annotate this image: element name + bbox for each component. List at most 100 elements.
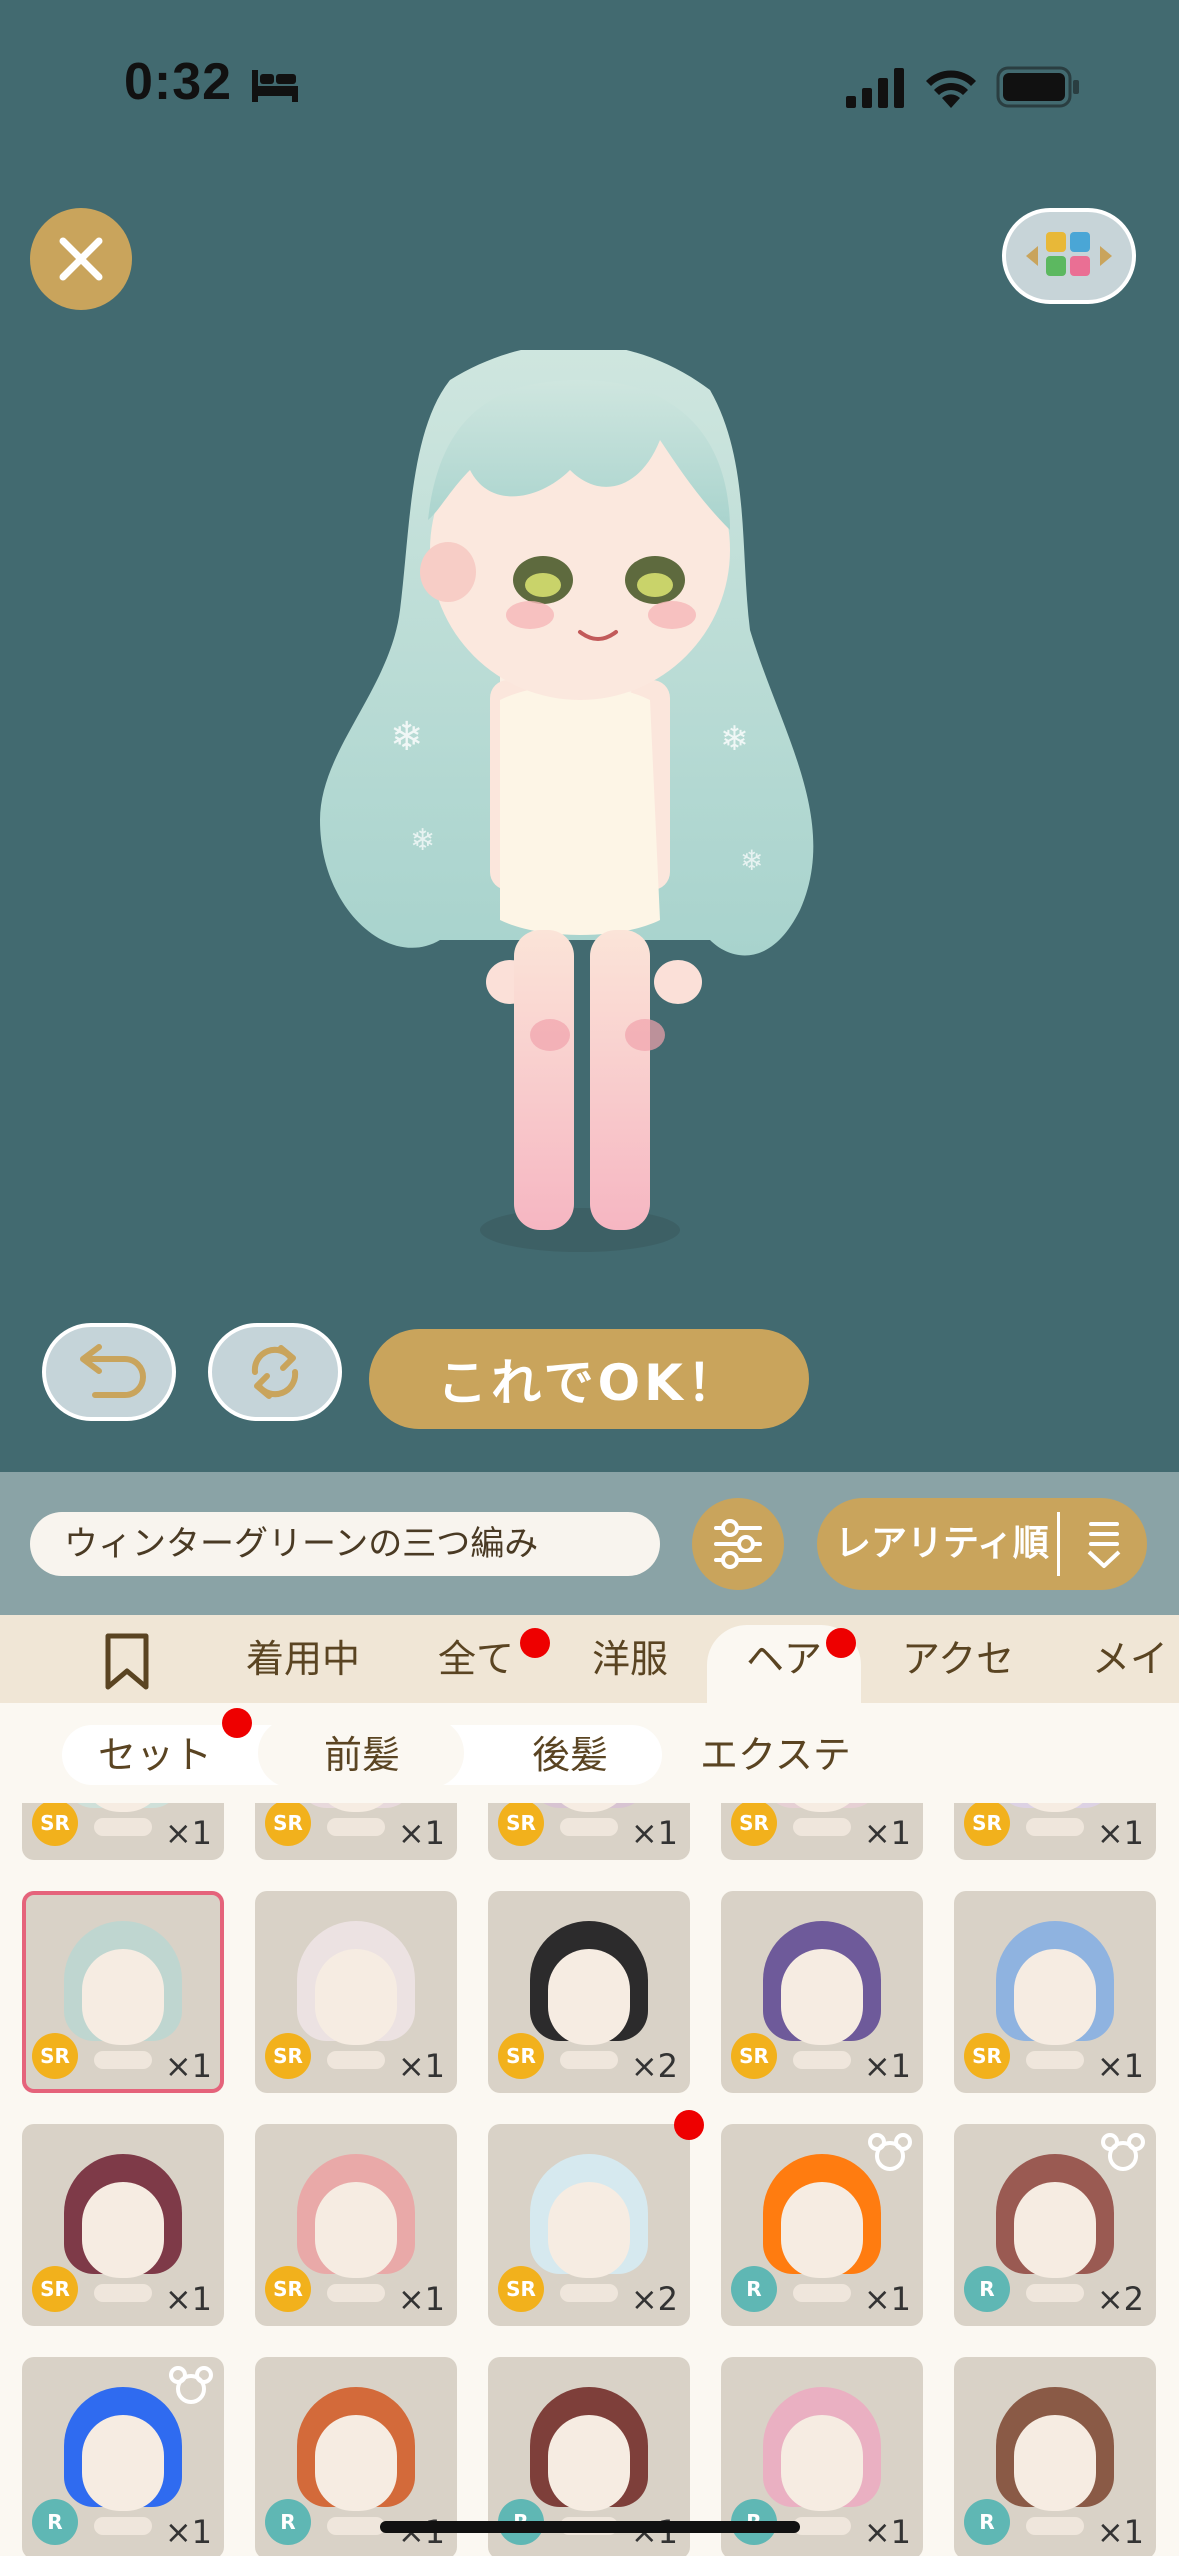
item-count: ×1 xyxy=(863,2047,911,2085)
svg-text:❄: ❄ xyxy=(410,823,435,858)
item-count: ×1 xyxy=(164,2513,212,2551)
hair-item-tile[interactable]: SR ×1 xyxy=(22,2124,224,2326)
undo-icon xyxy=(80,1344,146,1398)
mannequin-stand xyxy=(94,2051,152,2069)
rarity-badge: R xyxy=(964,2266,1010,2312)
rarity-badge: SR xyxy=(731,1803,777,1846)
randomize-button[interactable] xyxy=(208,1323,342,1421)
item-count: ×1 xyxy=(863,1814,911,1852)
hair-item-tile[interactable]: SR ×1 xyxy=(255,1803,457,1860)
item-count: ×2 xyxy=(1096,2280,1144,2318)
tab-all[interactable]: 全て xyxy=(438,1615,514,1703)
hair-item-tile[interactable]: SR ×1 xyxy=(954,1803,1156,1860)
mannequin-stand xyxy=(94,2517,152,2535)
hair-item-tile[interactable]: SR ×1 xyxy=(255,2124,457,2326)
close-button[interactable] xyxy=(30,208,132,310)
hair-item-tile[interactable]: SR ×1 xyxy=(954,1891,1156,2093)
mannequin-stand xyxy=(327,1818,385,1836)
tab-accessories[interactable]: アクセ xyxy=(902,1615,1014,1703)
hair-item-tile[interactable]: R ×2 xyxy=(954,2124,1156,2326)
mannequin-head xyxy=(1014,2415,1096,2511)
item-count: ×2 xyxy=(630,2280,678,2318)
rarity-badge: R xyxy=(964,2499,1010,2545)
item-name-field[interactable]: ウィンターグリーンの三つ編み xyxy=(30,1512,660,1576)
mannequin-stand xyxy=(327,2284,385,2302)
mannequin-stand xyxy=(560,1818,618,1836)
mannequin-stand xyxy=(1026,2284,1084,2302)
color-grid-icon xyxy=(1026,232,1112,276)
item-count: ×1 xyxy=(863,2513,911,2551)
mannequin-stand xyxy=(793,2517,851,2535)
mannequin-stand xyxy=(1026,2051,1084,2069)
new-indicator-dot xyxy=(826,1628,856,1658)
bookmark-tab[interactable] xyxy=(104,1633,150,1695)
rarity-badge: SR xyxy=(32,2033,78,2079)
svg-text:❄: ❄ xyxy=(390,714,424,760)
mannequin-head xyxy=(315,1949,397,2045)
mannequin-stand xyxy=(94,1818,152,1836)
item-count: ×2 xyxy=(630,2047,678,2085)
hair-item-tile[interactable]: SR ×2 xyxy=(488,1891,690,2093)
rarity-badge: SR xyxy=(265,2266,311,2312)
mannequin-stand xyxy=(327,2051,385,2069)
tab-clothes[interactable]: 洋服 xyxy=(592,1615,668,1703)
bear-icon xyxy=(169,2366,213,2404)
rarity-badge: SR xyxy=(498,1803,544,1846)
hair-item-tile[interactable]: R ×1 xyxy=(721,2124,923,2326)
rarity-badge: SR xyxy=(964,2033,1010,2079)
subtab-set[interactable]: セット xyxy=(98,1725,212,1785)
rarity-badge: R xyxy=(32,2499,78,2545)
hair-item-tile[interactable]: SR ×1 xyxy=(488,1803,690,1860)
rarity-badge: R xyxy=(731,2266,777,2312)
subtab-extensions[interactable]: エクステ xyxy=(700,1725,851,1785)
confirm-ok-button[interactable]: これでOK！ xyxy=(369,1329,809,1429)
rarity-badge: SR xyxy=(964,1803,1010,1846)
bookmark-icon xyxy=(105,1633,149,1690)
wifi-icon xyxy=(924,66,978,112)
svg-text:❄: ❄ xyxy=(740,844,763,877)
new-indicator-dot xyxy=(674,2110,704,2140)
avatar-character: ❄ ❄ ❄ ❄ xyxy=(300,343,840,1270)
sort-divider xyxy=(1057,1512,1060,1576)
mannequin-head xyxy=(548,2415,630,2511)
mannequin-head xyxy=(315,2182,397,2278)
layout-toggle-button[interactable] xyxy=(1002,208,1136,304)
tab-hair[interactable]: ヘア xyxy=(746,1615,822,1703)
mannequin-head xyxy=(548,1949,630,2045)
mannequin-stand xyxy=(1026,2517,1084,2535)
new-indicator-dot xyxy=(520,1628,550,1658)
item-count: ×1 xyxy=(164,1814,212,1852)
undo-button[interactable] xyxy=(42,1323,176,1421)
hair-item-tile[interactable]: SR ×1 xyxy=(721,1891,923,2093)
status-time: 0:32 xyxy=(124,53,233,111)
subtab-front-hair[interactable]: 前髪 xyxy=(324,1725,400,1785)
sort-button[interactable]: レアリティ順 xyxy=(817,1498,1147,1590)
subtab-back-hair[interactable]: 後髪 xyxy=(532,1725,608,1785)
rarity-badge: SR xyxy=(265,1803,311,1846)
mannequin-stand xyxy=(560,2284,618,2302)
mannequin-stand xyxy=(793,2051,851,2069)
hair-item-tile[interactable]: R ×1 xyxy=(954,2357,1156,2556)
hair-item-tile[interactable]: SR ×1 xyxy=(22,1891,224,2093)
tab-makeup[interactable]: メイク xyxy=(1092,1615,1179,1769)
sort-label: レアリティ順 xyxy=(835,1523,1049,1564)
rarity-badge: SR xyxy=(731,2033,777,2079)
new-indicator-dot xyxy=(222,1708,252,1738)
item-count: ×1 xyxy=(164,2047,212,2085)
mannequin-stand xyxy=(94,2284,152,2302)
hair-item-tile[interactable]: SR ×1 xyxy=(721,1803,923,1860)
item-count: ×1 xyxy=(1096,1814,1144,1852)
battery-icon xyxy=(996,66,1082,112)
mannequin-head xyxy=(1014,1949,1096,2045)
refresh-icon xyxy=(251,1345,299,1399)
filter-settings-button[interactable] xyxy=(692,1498,784,1590)
hair-item-tile[interactable]: SR ×2 xyxy=(488,2124,690,2326)
item-count: ×1 xyxy=(863,2280,911,2318)
mannequin-head xyxy=(1014,2182,1096,2278)
hair-item-tile[interactable]: R ×1 xyxy=(22,2357,224,2556)
hair-item-tile[interactable]: SR ×1 xyxy=(255,1891,457,2093)
item-count: ×1 xyxy=(630,1814,678,1852)
tab-wearing[interactable]: 着用中 xyxy=(246,1615,360,1703)
hair-item-tile[interactable]: SR ×1 xyxy=(22,1803,224,1860)
mannequin-stand xyxy=(560,2051,618,2069)
